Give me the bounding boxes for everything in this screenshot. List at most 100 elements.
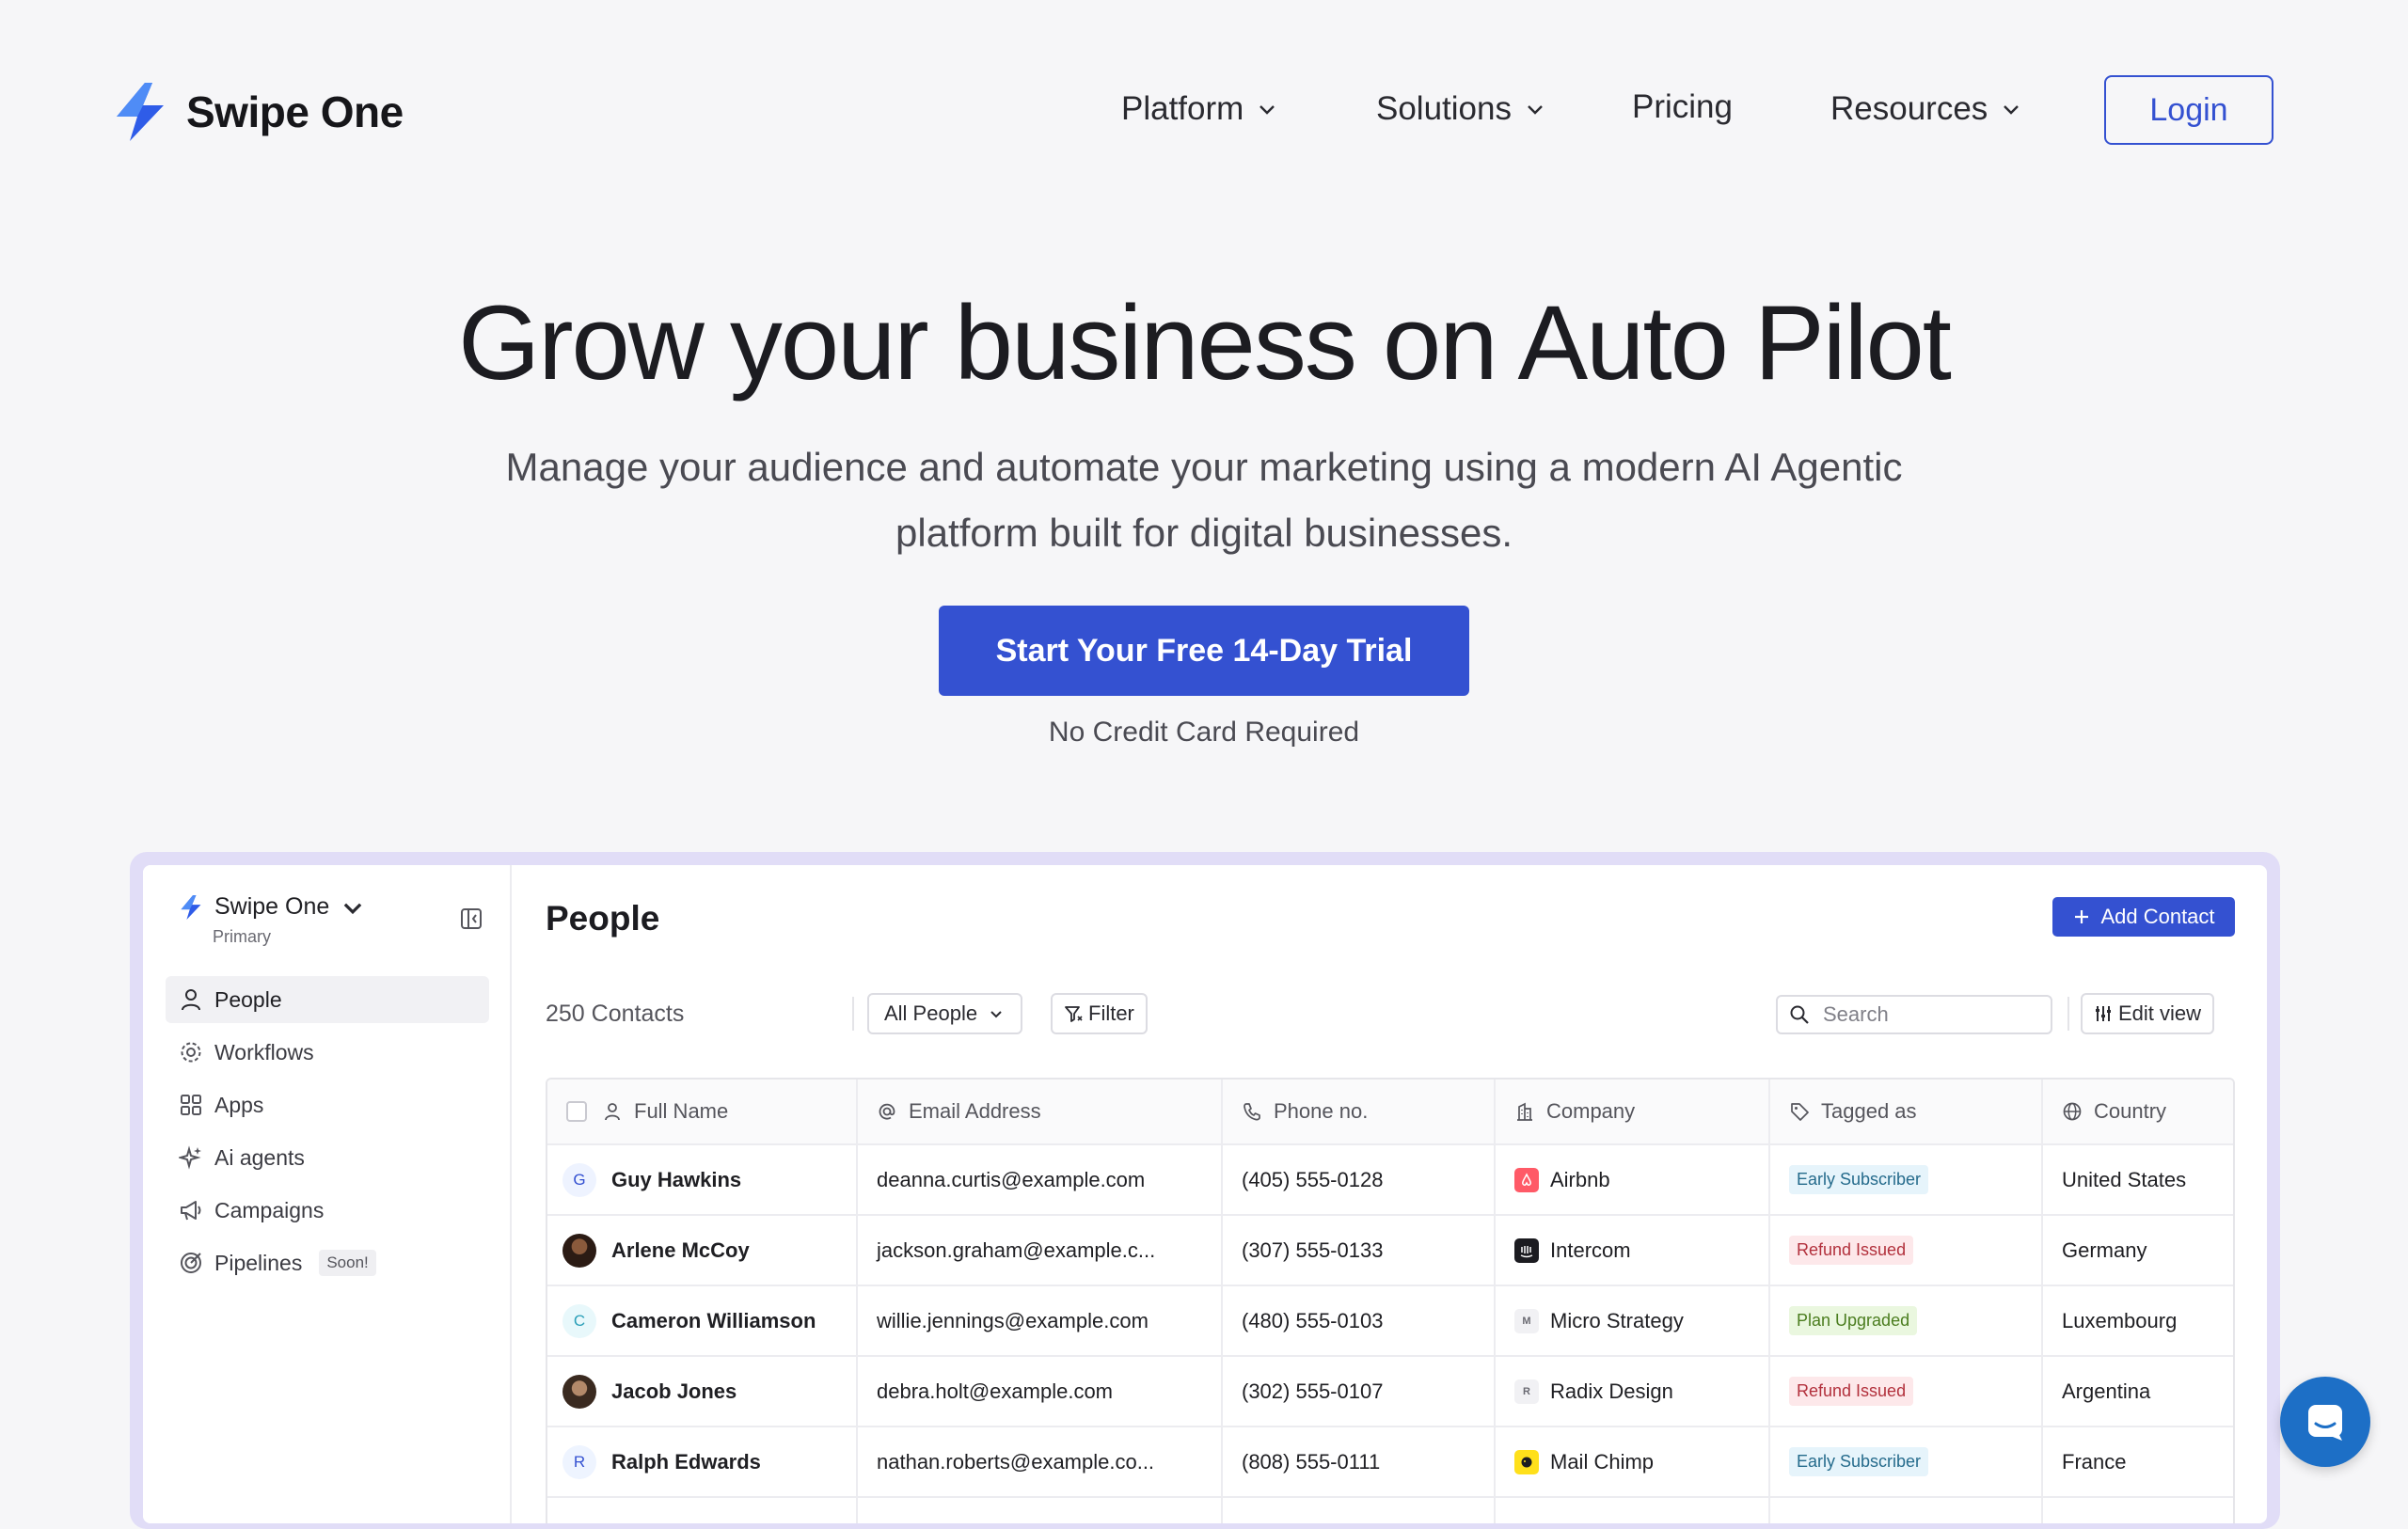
contact-name[interactable]: Guy Hawkins — [611, 1168, 741, 1192]
sidebar-item-label: Ai agents — [214, 1144, 305, 1170]
sidebar-item-ai-agents[interactable]: Ai agents — [166, 1134, 489, 1181]
avatar: G — [562, 1162, 596, 1197]
select-all-checkbox[interactable] — [566, 1101, 587, 1122]
column-country[interactable]: Country — [2043, 1080, 2233, 1143]
divider — [2067, 997, 2069, 1031]
people-view: People Add Contact 250 Contacts All Peop… — [510, 865, 2267, 1523]
search-icon — [1790, 1005, 1809, 1024]
building-icon — [1517, 1102, 1532, 1121]
nav-pricing[interactable]: Pricing — [1632, 88, 1733, 126]
cell-country: Germany — [2062, 1237, 2147, 1262]
column-full-name[interactable]: Full Name — [547, 1080, 858, 1143]
divider — [852, 997, 854, 1031]
cell-phone: (405) 555-0128 — [1223, 1145, 1496, 1214]
contact-name[interactable]: Cameron Williamson — [611, 1309, 816, 1333]
apps-grid-icon — [181, 1095, 201, 1115]
tag-badge: Refund Issued — [1789, 1236, 1914, 1265]
contacts-table: Full Name Email Address Phone no. Compan… — [546, 1078, 2235, 1523]
lightning-bolt-icon — [181, 894, 201, 920]
column-label: Email Address — [909, 1099, 1041, 1123]
contact-name[interactable]: Arlene McCoy — [611, 1238, 750, 1263]
cell-tag: Early Subscriber — [1770, 1145, 2043, 1214]
start-trial-button[interactable]: Start Your Free 14-Day Trial — [939, 606, 1469, 696]
table-row[interactable]: Jacob Jones debra.holt@example.com (302)… — [547, 1357, 2233, 1427]
edit-view-button[interactable]: Edit view — [2081, 993, 2215, 1034]
nav-solutions-label: Solutions — [1376, 90, 1512, 127]
company-name: Radix Design — [1550, 1379, 1673, 1403]
tag-badge: Refund Issued — [1789, 1377, 1914, 1406]
cell-phone: (302) 555-0107 — [1223, 1357, 1496, 1426]
chevron-down-icon — [1259, 105, 1275, 115]
avatar: C — [562, 1303, 596, 1338]
column-company[interactable]: Company — [1496, 1080, 1770, 1143]
filter-button[interactable]: Filter — [1051, 993, 1148, 1034]
sidebar-item-workflows[interactable]: Workflows — [166, 1029, 489, 1076]
column-label: Country — [2094, 1099, 2167, 1123]
sidebar-item-people[interactable]: People — [166, 976, 489, 1023]
avatar: R — [562, 1444, 596, 1479]
column-tagged-as[interactable]: Tagged as — [1770, 1080, 2043, 1143]
sidebar-collapse-icon[interactable] — [459, 906, 483, 931]
nav-pricing-label: Pricing — [1632, 88, 1733, 125]
table-row — [547, 1498, 2233, 1523]
tag-icon — [1791, 1103, 1809, 1121]
sidebar-item-pipelines[interactable]: Pipelines Soon! — [166, 1239, 489, 1286]
column-phone[interactable]: Phone no. — [1223, 1080, 1496, 1143]
contact-count: 250 Contacts — [546, 1001, 685, 1027]
view-select[interactable]: All People — [867, 993, 1023, 1034]
chevron-down-icon — [2004, 105, 2020, 115]
company-name: Intercom — [1550, 1237, 1631, 1262]
brand-logo[interactable]: Swipe One — [111, 81, 404, 143]
globe-icon — [2063, 1102, 2082, 1121]
login-button[interactable]: Login — [2104, 75, 2273, 145]
sidebar-item-label: Workflows — [214, 1039, 314, 1064]
megaphone-icon — [181, 1201, 201, 1221]
cell-phone: (307) 555-0133 — [1223, 1216, 1496, 1285]
search-input[interactable] — [1821, 1001, 2032, 1028]
sidebar-item-campaigns[interactable]: Campaigns — [166, 1187, 489, 1234]
sidebar-item-apps[interactable]: Apps — [166, 1081, 489, 1128]
person-icon — [605, 1103, 620, 1121]
nav-solutions[interactable]: Solutions — [1376, 90, 1545, 128]
table-row[interactable]: C Cameron Williamson willie.jennings@exa… — [547, 1286, 2233, 1357]
table-header: Full Name Email Address Phone no. Compan… — [547, 1080, 2233, 1145]
search-box[interactable] — [1776, 995, 2052, 1034]
cta-note: No Credit Card Required — [1048, 717, 1360, 748]
cell-country: Luxembourg — [2062, 1308, 2178, 1332]
filter-icon — [1065, 1006, 1083, 1022]
add-contact-button[interactable]: Add Contact — [2052, 897, 2235, 937]
table-row[interactable]: G Guy Hawkins deanna.curtis@example.com … — [547, 1145, 2233, 1216]
contact-name[interactable]: Ralph Edwards — [611, 1450, 761, 1474]
hero-title: Grow your business on Auto Pilot — [458, 284, 1952, 402]
edit-view-label: Edit view — [2118, 1001, 2202, 1025]
cell-empty — [1770, 1498, 2043, 1523]
cell-company: R Radix Design — [1496, 1357, 1770, 1426]
cell-company: M Micro Strategy — [1496, 1286, 1770, 1355]
contact-name[interactable]: Jacob Jones — [611, 1379, 737, 1404]
brand-name: Swipe One — [186, 87, 404, 136]
column-label: Tagged as — [1821, 1099, 1917, 1123]
chat-widget-button[interactable] — [2280, 1377, 2370, 1467]
column-label: Phone no. — [1274, 1099, 1369, 1123]
cell-email: willie.jennings@example.com — [858, 1286, 1223, 1355]
radix-logo-icon: R — [1514, 1379, 1539, 1404]
column-label: Full Name — [634, 1099, 729, 1123]
column-email[interactable]: Email Address — [858, 1080, 1223, 1143]
avatar — [562, 1374, 596, 1409]
cell-full-name: Arlene McCoy — [547, 1216, 858, 1285]
chevron-down-icon — [990, 1011, 1002, 1018]
cell-country: France — [2062, 1449, 2127, 1474]
target-icon — [181, 1253, 201, 1273]
workspace-switcher[interactable]: Swipe One — [179, 893, 365, 921]
nav-platform[interactable]: Platform — [1121, 90, 1277, 128]
table-row[interactable]: R Ralph Edwards nathan.roberts@example.c… — [547, 1427, 2233, 1498]
sparkle-icon — [179, 1145, 201, 1170]
tag-badge: Plan Upgraded — [1789, 1306, 1918, 1335]
cell-full-name: C Cameron Williamson — [547, 1286, 858, 1355]
nav-resources[interactable]: Resources — [1830, 90, 2021, 128]
cell-tag: Plan Upgraded — [1770, 1286, 2043, 1355]
table-row[interactable]: Arlene McCoy jackson.graham@example.c...… — [547, 1216, 2233, 1286]
cell-country: United States — [2062, 1167, 2187, 1191]
page-title: People — [546, 899, 660, 938]
cell-empty — [1496, 1498, 1770, 1523]
